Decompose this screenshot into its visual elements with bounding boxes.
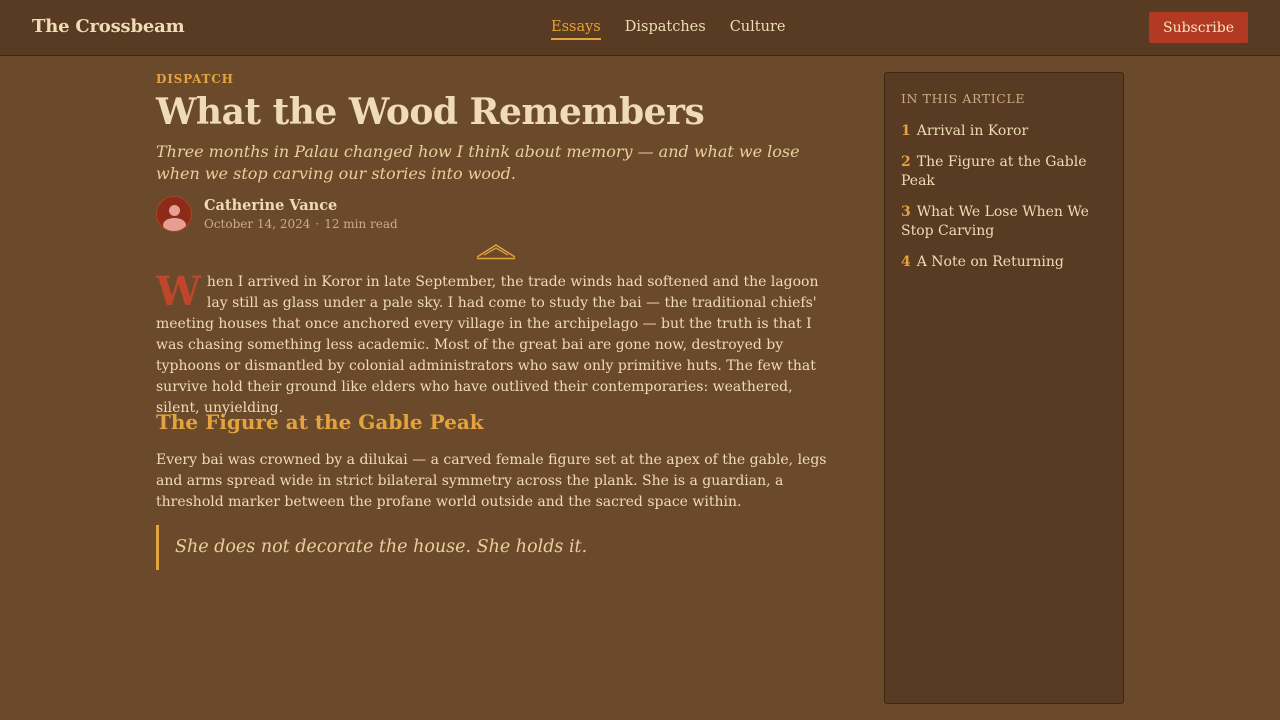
toc-list: 1 Arrival in Koror 2 The Figure at the Gab… <box>901 122 1107 272</box>
toc-item-gable-peak[interactable]: 2 The Figure at the Gable Peak <box>901 153 1107 191</box>
article-meta: October 14, 2024 · 12 min read <box>204 217 398 231</box>
table-of-contents-panel: IN THIS ARTICLE 1 Arrival in Koror 2 The F… <box>884 72 1124 704</box>
toc-item-returning[interactable]: 4 A Note on Returning <box>901 253 1107 272</box>
subscribe-button[interactable]: Subscribe <box>1149 12 1248 43</box>
nav-link-culture[interactable]: Culture <box>730 19 786 40</box>
drop-cap: W <box>156 268 201 315</box>
toc-item-number: 3 <box>901 204 911 220</box>
toc-item-label: Arrival in Koror <box>916 123 1029 139</box>
toc-item-number: 4 <box>901 254 911 270</box>
byline-text: Catherine Vance October 14, 2024 · 12 min … <box>204 197 398 231</box>
site-brand-logo[interactable]: The Crossbeam <box>32 16 185 37</box>
nav-link-essays[interactable]: Essays <box>551 19 601 40</box>
toc-item-label: What We Lose When We Stop Carving <box>901 204 1089 239</box>
paragraph-1-text: hen I arrived in Koror in late September… <box>156 274 819 416</box>
avatar-body-shape <box>163 218 186 231</box>
nav-link-dispatches[interactable]: Dispatches <box>625 19 706 40</box>
meta-separator: · <box>315 217 320 231</box>
article-paragraph-2: Every bai was crowned by a dilukai — a c… <box>156 452 827 510</box>
author-name[interactable]: Catherine Vance <box>204 197 398 214</box>
toc-item-label: The Figure at the Gable Peak <box>901 154 1087 189</box>
top-navigation-bar: The Crossbeam Essays Dispatches Culture … <box>0 0 1280 56</box>
avatar-head-shape <box>169 205 180 216</box>
toc-item-label: A Note on Returning <box>916 254 1064 270</box>
article-kicker[interactable]: DISPATCH <box>156 72 836 86</box>
publish-date: October 14, 2024 <box>204 217 311 231</box>
toc-item-what-we-lose[interactable]: 3 What We Lose When We Stop Carving <box>901 203 1107 241</box>
article-byline: Catherine Vance October 14, 2024 · 12 min … <box>156 195 836 233</box>
article-dek: Three months in Palau changed how I thin… <box>156 142 800 183</box>
toc-item-number: 1 <box>901 123 911 139</box>
gable-roof-ornament-icon <box>476 244 516 260</box>
user-avatar-icon[interactable] <box>156 196 192 232</box>
article-main: DISPATCH What the Wood Remembers Three m… <box>156 72 836 570</box>
toc-item-arrival[interactable]: 1 Arrival in Koror <box>901 122 1107 141</box>
toc-title: IN THIS ARTICLE <box>901 91 1026 106</box>
article-paragraph-1: When I arrived in Koror in late Septembe… <box>156 272 836 419</box>
toc-item-number: 2 <box>901 154 911 170</box>
article-title: What the Wood Remembers <box>156 91 705 133</box>
pull-quote: She does not decorate the house. She hol… <box>156 525 836 570</box>
section-heading-gable-peak: The Figure at the Gable Peak <box>156 410 484 434</box>
read-time: 12 min read <box>324 217 398 231</box>
main-nav: Essays Dispatches Culture <box>551 19 785 40</box>
